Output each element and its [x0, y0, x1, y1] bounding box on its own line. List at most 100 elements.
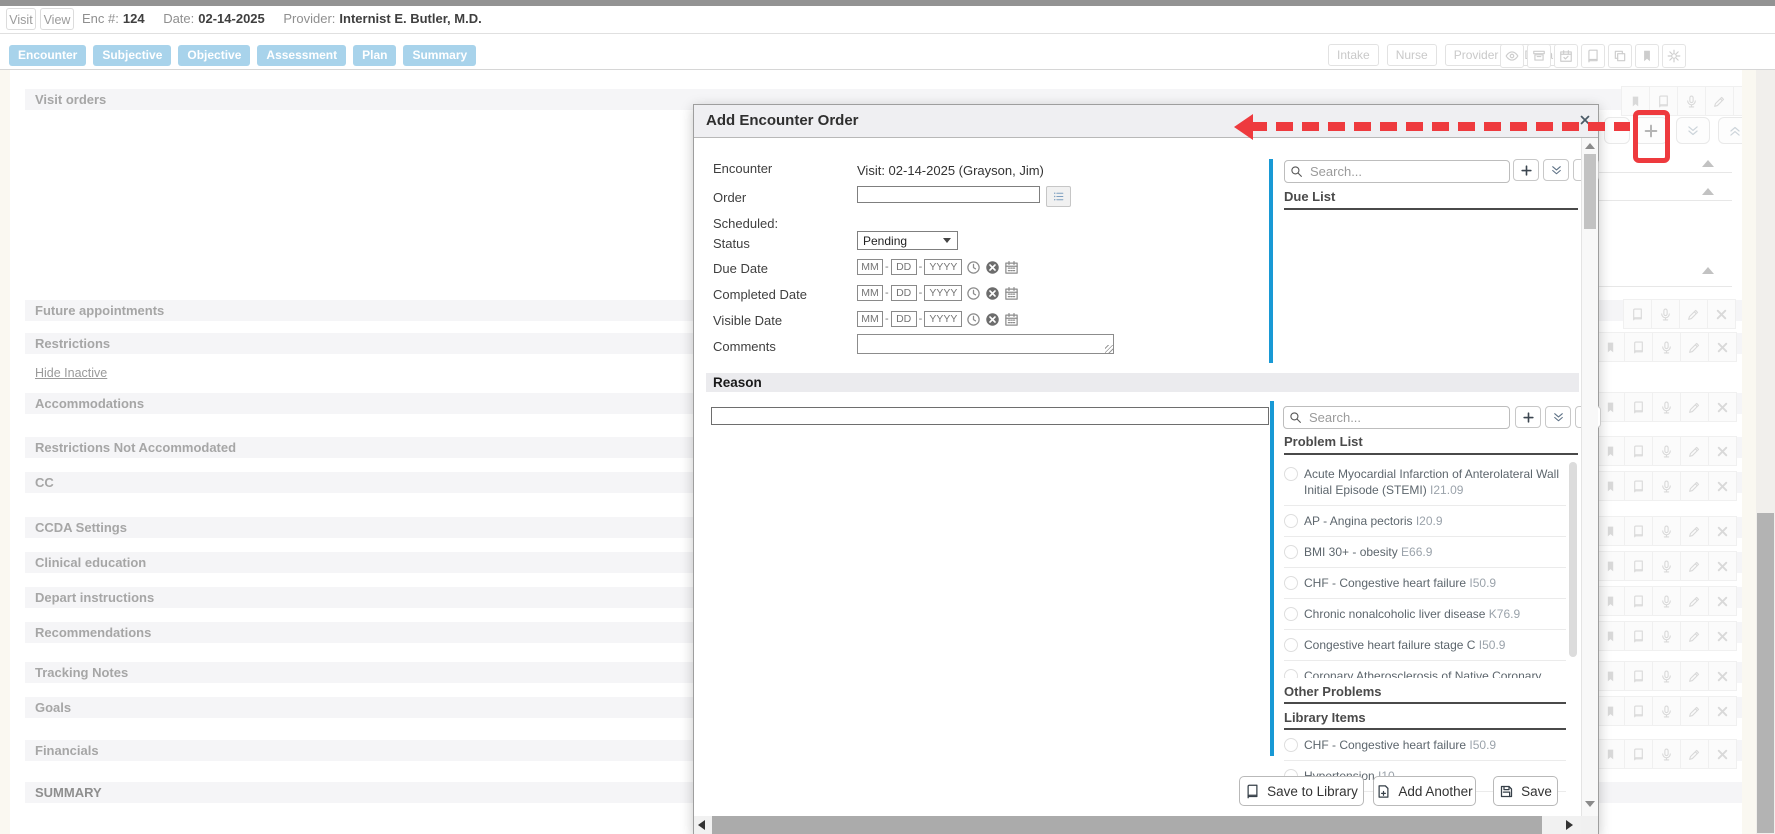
bookmark-row-button[interactable]: [1596, 586, 1625, 616]
nav-tab-subjective[interactable]: Subjective: [93, 45, 171, 66]
problem-item[interactable]: Acute Myocardial Infarction of Anterolat…: [1284, 459, 1566, 506]
pencil-row-button[interactable]: [1680, 621, 1709, 651]
x-row-button[interactable]: [1708, 516, 1737, 546]
radio-icon[interactable]: [1284, 738, 1298, 752]
pencil-row-button[interactable]: [1680, 516, 1709, 546]
bookmark-toolbar-button[interactable]: [1635, 44, 1659, 68]
book-row-button[interactable]: [1624, 392, 1653, 422]
clear-date-icon[interactable]: [985, 260, 1000, 275]
book-row-button[interactable]: [1624, 436, 1653, 466]
x-row-button[interactable]: [1708, 696, 1737, 726]
problem-search-input[interactable]: [1307, 409, 1504, 426]
pencil-row-button[interactable]: [1680, 471, 1709, 501]
pencil-row-button[interactable]: [1680, 551, 1709, 581]
book-row-button[interactable]: [1624, 551, 1653, 581]
problem-item[interactable]: Congestive heart failure stage C I50.9: [1284, 630, 1566, 661]
x-row-button[interactable]: [1708, 739, 1737, 769]
calendar-icon[interactable]: [1004, 312, 1019, 327]
calendar-icon[interactable]: [1004, 286, 1019, 301]
due-date-mm-input[interactable]: [857, 259, 883, 275]
scroll-left-arrow[interactable]: [698, 820, 705, 830]
scroll-down-arrow[interactable]: [1585, 801, 1595, 807]
radio-icon[interactable]: [1284, 514, 1298, 528]
due-list-expand-button[interactable]: [1543, 159, 1569, 181]
mic-row-button[interactable]: [1652, 661, 1681, 691]
bookmark-row-button[interactable]: [1596, 551, 1625, 581]
tab-view[interactable]: View: [40, 8, 74, 30]
eye-toolbar-button[interactable]: [1500, 44, 1524, 68]
clear-date-icon[interactable]: [985, 312, 1000, 327]
stage-intake-button[interactable]: Intake: [1328, 44, 1379, 66]
mic-row-button[interactable]: [1652, 516, 1681, 546]
due-list-search-input[interactable]: [1308, 163, 1504, 180]
bookmark-row-button[interactable]: [1596, 516, 1625, 546]
mic-row-button[interactable]: [1652, 332, 1681, 362]
order-input[interactable]: [857, 186, 1040, 203]
book-row-button[interactable]: [1624, 471, 1653, 501]
pencil-row-button[interactable]: [1680, 332, 1709, 362]
nav-tab-encounter[interactable]: Encounter: [9, 45, 86, 66]
bookmark-row-button[interactable]: [1596, 696, 1625, 726]
completed-date-dd-input[interactable]: [891, 285, 917, 301]
dialog-scrollbar-thumb[interactable]: [1584, 154, 1596, 229]
x-row-button[interactable]: [1708, 551, 1737, 581]
due-date-yyyy-input[interactable]: [924, 259, 962, 275]
due-date-dd-input[interactable]: [891, 259, 917, 275]
x-row-button[interactable]: [1708, 471, 1737, 501]
pencil-row-button[interactable]: [1680, 739, 1709, 769]
nav-tab-summary[interactable]: Summary: [403, 45, 476, 66]
page-scrollbar[interactable]: [1756, 70, 1775, 834]
visible-date-yyyy-input[interactable]: [924, 311, 962, 327]
bookmark-row-button[interactable]: [1596, 661, 1625, 691]
nav-tab-objective[interactable]: Objective: [178, 45, 250, 66]
mic-row-button[interactable]: [1652, 392, 1681, 422]
bookmark-row-button[interactable]: [1596, 471, 1625, 501]
book-row-button[interactable]: [1624, 696, 1653, 726]
book-row-button[interactable]: [1624, 332, 1653, 362]
comments-textarea[interactable]: [857, 334, 1114, 354]
mic-row-button[interactable]: [1652, 586, 1681, 616]
problem-item[interactable]: BMI 30+ - obesity E66.9: [1284, 537, 1566, 568]
calendar-icon[interactable]: [1004, 260, 1019, 275]
completed-date-mm-input[interactable]: [857, 285, 883, 301]
collapse-arrow-icon[interactable]: [1702, 160, 1714, 167]
pencil-row-button[interactable]: [1680, 436, 1709, 466]
x-row-button[interactable]: [1708, 436, 1737, 466]
pencil-row-button[interactable]: [1680, 392, 1709, 422]
problem-item[interactable]: Chronic nonalcoholic liver disease K76.9: [1284, 599, 1566, 630]
x-row-button[interactable]: [1707, 299, 1736, 329]
stage-nurse-button[interactable]: Nurse: [1387, 44, 1437, 66]
bookmark-row-button[interactable]: [1596, 739, 1625, 769]
x-row-button[interactable]: [1708, 661, 1737, 691]
book-row-button[interactable]: [1624, 586, 1653, 616]
collapse-arrow-icon[interactable]: [1702, 188, 1714, 195]
mic-row-button[interactable]: [1652, 621, 1681, 651]
order-lookup-button[interactable]: [1046, 186, 1071, 207]
mic-row-button[interactable]: [1652, 436, 1681, 466]
problem-expand-button[interactable]: [1545, 406, 1571, 428]
visible-date-mm-input[interactable]: [857, 311, 883, 327]
radio-icon[interactable]: [1284, 607, 1298, 621]
mic-row-button[interactable]: [1652, 471, 1681, 501]
visible-date-dd-input[interactable]: [891, 311, 917, 327]
nav-tab-plan[interactable]: Plan: [353, 45, 396, 66]
bookmark-row-button[interactable]: [1596, 332, 1625, 362]
background-expand-all-button[interactable]: [1676, 117, 1710, 144]
pencil-row-button[interactable]: [1705, 86, 1734, 116]
page-scrollbar-thumb[interactable]: [1757, 513, 1774, 833]
book-row-button[interactable]: [1624, 516, 1653, 546]
radio-icon[interactable]: [1284, 467, 1298, 481]
book-row-button[interactable]: [1624, 739, 1653, 769]
scroll-up-arrow[interactable]: [1585, 143, 1595, 149]
save-to-library-button[interactable]: Save to Library: [1239, 776, 1364, 806]
tab-visit[interactable]: Visit: [6, 8, 36, 30]
due-list-add-button[interactable]: [1513, 159, 1539, 181]
status-select[interactable]: Pending: [857, 231, 958, 250]
save-button[interactable]: Save: [1493, 776, 1558, 806]
copy-toolbar-button[interactable]: [1608, 44, 1632, 68]
pencil-row-button[interactable]: [1680, 696, 1709, 726]
radio-icon[interactable]: [1284, 545, 1298, 559]
resize-grip[interactable]: [1105, 345, 1113, 353]
add-another-button[interactable]: Add Another: [1373, 776, 1476, 806]
book-row-button[interactable]: [1624, 661, 1653, 691]
